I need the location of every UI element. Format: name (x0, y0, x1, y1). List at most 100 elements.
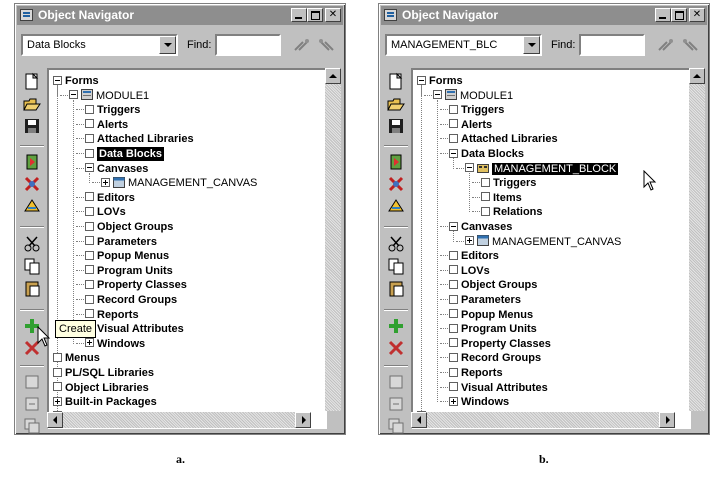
tree-node[interactable]: Property Classes (440, 337, 551, 351)
paste-icon[interactable] (22, 278, 42, 298)
tree-node[interactable]: Data Blocks (440, 147, 524, 161)
find-prev-icon[interactable] (291, 36, 313, 54)
scroll-left-button[interactable] (47, 412, 63, 428)
close-button[interactable]: ✕ (325, 8, 341, 22)
minimize-button[interactable] (655, 8, 671, 22)
scroll-left-button[interactable] (411, 412, 427, 428)
scroll-right-button[interactable] (295, 412, 311, 428)
tree-node[interactable]: Object Libraries (53, 381, 149, 395)
tree-node[interactable]: Triggers (472, 176, 536, 190)
horizontal-scrollbar[interactable] (411, 412, 675, 428)
find-next-icon[interactable] (315, 36, 337, 54)
tree-node[interactable]: MANAGEMENT_CANVAS (92, 176, 257, 190)
tree-node[interactable]: Canvases (440, 220, 512, 234)
tree-node[interactable]: MANAGEMENT_CANVAS (456, 235, 621, 249)
tree-node[interactable]: Visual Attributes (440, 381, 548, 395)
object-tree[interactable]: Forms MODULE1 Triggers Alerts Attached Libra… (411, 68, 691, 429)
tree-node[interactable]: Visual Attributes (76, 322, 184, 336)
paste-icon[interactable] (386, 278, 406, 298)
tree-node[interactable]: PL/SQL Libraries (53, 366, 154, 380)
horizontal-scrollbar[interactable] (47, 412, 311, 428)
save-icon[interactable] (22, 116, 42, 136)
expand-all-icon[interactable] (386, 416, 406, 436)
tree-node[interactable]: Windows (440, 395, 509, 409)
tree-node[interactable]: Popup Menus (440, 308, 533, 322)
copy-icon[interactable] (22, 256, 42, 276)
tree-node[interactable]: Triggers (440, 103, 504, 117)
tree-node[interactable]: Menus (53, 351, 100, 365)
collapse-toggle-icon[interactable] (417, 75, 426, 85)
collapse-toggle-icon[interactable] (433, 90, 442, 100)
tree-node[interactable]: Alerts (440, 118, 492, 132)
tree-node[interactable]: Program Units (76, 264, 173, 278)
tree-node[interactable]: Attached Libraries (440, 132, 558, 146)
compile-icon[interactable] (22, 196, 42, 216)
tree-node[interactable]: Canvases (76, 162, 148, 176)
run-icon[interactable] (386, 152, 406, 172)
tree-node[interactable]: Built-in Packages (53, 395, 157, 409)
tree-node[interactable]: Parameters (76, 235, 157, 249)
tree-node[interactable]: Record Groups (440, 351, 541, 365)
collapse-toggle-icon[interactable] (465, 163, 474, 173)
maximize-button[interactable] (671, 8, 687, 22)
compile-icon[interactable] (386, 196, 406, 216)
minimize-button[interactable] (291, 8, 307, 22)
collapse-icon[interactable] (22, 394, 42, 414)
tree-node[interactable]: Object Groups (440, 278, 537, 292)
tree-node[interactable]: Attached Libraries (76, 132, 194, 146)
tree-node[interactable]: Forms (417, 74, 463, 88)
object-tree[interactable]: Forms MODULE1 Triggers Alerts Attached Libra… (47, 68, 327, 429)
vertical-scrollbar[interactable] (689, 68, 705, 411)
title-bar[interactable]: Object Navigator ✕ (381, 6, 707, 25)
object-type-combo[interactable]: MANAGEMENT_BLC (385, 34, 542, 56)
new-icon[interactable] (22, 72, 42, 92)
expand-toggle-icon[interactable] (85, 338, 94, 348)
tree-node[interactable]: Object Groups (76, 220, 173, 234)
collapse-toggle-icon[interactable] (85, 163, 94, 173)
collapse-toggle-icon[interactable] (53, 75, 62, 85)
tree-node[interactable]: Editors (76, 191, 135, 205)
vertical-scrollbar[interactable] (325, 68, 341, 411)
tree-node[interactable]: Record Groups (76, 293, 177, 307)
title-bar[interactable]: Object Navigator ✕ (17, 6, 343, 25)
debug-icon[interactable] (22, 174, 42, 194)
scroll-up-button[interactable] (689, 68, 705, 84)
tree-node[interactable]: Triggers (76, 103, 140, 117)
tree-node[interactable]: Windows (76, 337, 145, 351)
find-next-icon[interactable] (679, 36, 701, 54)
maximize-button[interactable] (307, 8, 323, 22)
tree-node[interactable]: Data Blocks (76, 147, 164, 161)
cut-icon[interactable] (386, 234, 406, 254)
expand-all-icon[interactable] (22, 416, 42, 436)
tree-node[interactable]: LOVs (440, 264, 490, 278)
expand-toggle-icon[interactable] (465, 236, 474, 246)
collapse-toggle-icon[interactable] (69, 90, 78, 100)
expand-icon[interactable] (386, 372, 406, 392)
collapse-toggle-icon[interactable] (449, 148, 458, 158)
find-prev-icon[interactable] (655, 36, 677, 54)
save-icon[interactable] (386, 116, 406, 136)
close-button[interactable]: ✕ (689, 8, 705, 22)
cut-icon[interactable] (22, 234, 42, 254)
tree-node[interactable]: Alerts (76, 118, 128, 132)
expand-toggle-icon[interactable] (53, 396, 62, 406)
chevron-down-icon[interactable] (159, 36, 176, 54)
debug-icon[interactable] (386, 174, 406, 194)
tree-node[interactable]: Editors (440, 249, 499, 263)
tree-node[interactable]: MODULE1 (60, 89, 149, 103)
run-icon[interactable] (22, 152, 42, 172)
collapse-toggle-icon[interactable] (449, 221, 458, 231)
tree-node[interactable]: LOVs (76, 205, 126, 219)
tree-node[interactable]: Reports (440, 366, 503, 380)
scroll-up-button[interactable] (325, 68, 341, 84)
collapse-icon[interactable] (386, 394, 406, 414)
create-icon[interactable] (386, 316, 406, 336)
tree-node[interactable]: Popup Menus (76, 249, 169, 263)
expand-toggle-icon[interactable] (449, 396, 458, 406)
tree-node[interactable]: Property Classes (76, 278, 187, 292)
chevron-down-icon[interactable] (523, 36, 540, 54)
copy-icon[interactable] (386, 256, 406, 276)
object-type-combo[interactable]: Data Blocks (21, 34, 178, 56)
tree-node[interactable]: Items (472, 191, 522, 205)
delete-icon[interactable] (386, 338, 406, 358)
